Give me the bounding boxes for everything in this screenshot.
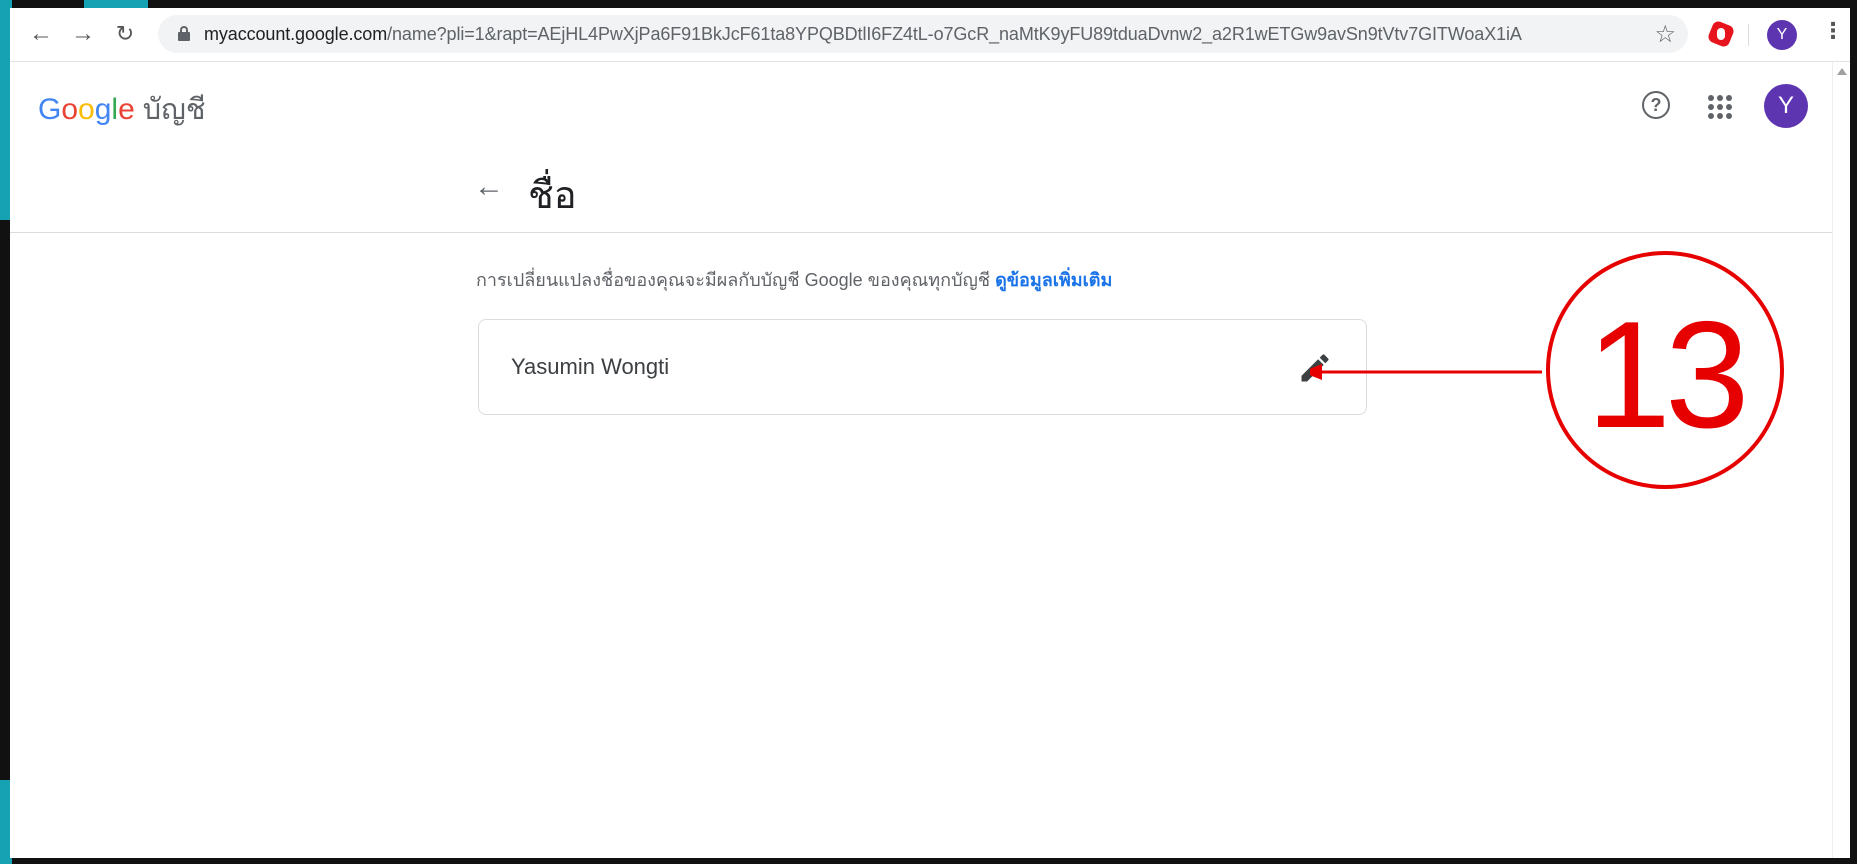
apps-grid-icon[interactable]	[1708, 95, 1732, 119]
url-text[interactable]: myaccount.google.com/name?pli=1&rapt=AEj…	[204, 24, 1522, 45]
browser-toolbar: ← → ↻ myaccount.google.com/name?pli=1&ra…	[10, 8, 1850, 62]
reload-icon[interactable]: ↻	[108, 17, 142, 51]
name-card[interactable]: Yasumin Wongti	[478, 319, 1367, 415]
logo-suffix: บัญชี	[142, 94, 206, 126]
lock-icon[interactable]	[178, 26, 190, 41]
header-divider	[10, 232, 1832, 233]
account-avatar[interactable]: Y	[1764, 84, 1808, 128]
full-name-value: Yasumin Wongti	[511, 354, 670, 379]
star-icon[interactable]: ☆	[1654, 20, 1676, 49]
page-scrollbar[interactable]	[1832, 62, 1850, 858]
pencil-icon[interactable]	[1297, 350, 1333, 386]
opera-adblock-icon[interactable]	[1706, 19, 1736, 49]
kebab-menu-icon[interactable]: ⋮	[1822, 18, 1844, 44]
address-bar[interactable]: myaccount.google.com/name?pli=1&rapt=AEj…	[158, 15, 1688, 53]
page-title: ชื่อ	[528, 175, 577, 217]
browser-profile-avatar[interactable]: Y	[1767, 20, 1797, 50]
url-path: /name?pli=1&rapt=AEjHL4PwXjPa6F91BkJcF61…	[387, 24, 1522, 44]
url-host: myaccount.google.com	[204, 24, 388, 44]
help-icon[interactable]: ?	[1642, 91, 1670, 119]
arrow-right-icon[interactable]: →	[66, 17, 100, 51]
learn-more-link[interactable]: ดูข้อมูลเพิ่มเติม	[995, 270, 1112, 290]
page-description: การเปลี่ยนแปลงชื่อของคุณจะมีผลกับบัญชี G…	[476, 265, 1112, 294]
scroll-up-arrow-icon[interactable]	[1837, 68, 1847, 75]
arrow-left-icon[interactable]: ←	[24, 17, 58, 51]
google-account-logo[interactable]: Google บัญชี	[38, 86, 206, 132]
description-text: การเปลี่ยนแปลงชื่อของคุณจะมีผลกับบัญชี G…	[476, 270, 991, 290]
toolbar-divider	[1748, 24, 1749, 46]
annotation-step-number: 13	[1586, 289, 1749, 460]
background-decoration	[84, 0, 148, 8]
page-header: ← ชื่อ	[10, 162, 1832, 220]
back-arrow-icon[interactable]: ←	[474, 170, 504, 204]
